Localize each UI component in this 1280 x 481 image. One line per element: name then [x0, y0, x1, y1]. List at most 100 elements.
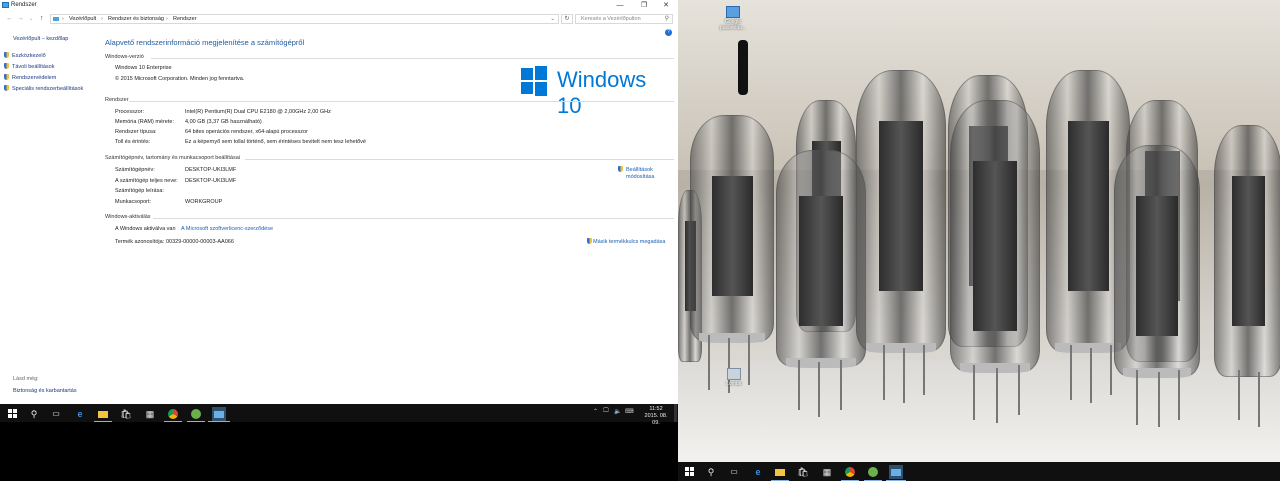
system-window-taskbar-icon[interactable]: [889, 465, 903, 479]
up-arrow-icon[interactable]: ↑: [40, 15, 44, 22]
license-terms-link[interactable]: A Microsoft szoftverlicenc-szerződése: [181, 226, 273, 232]
copyright-text: © 2015 Microsoft Corporation. Minden jog…: [115, 76, 245, 82]
search-icon[interactable]: ⚲: [27, 407, 41, 421]
store-icon[interactable]: 🛍: [119, 407, 133, 421]
change-settings-link[interactable]: Beállítások módosítása: [618, 166, 654, 181]
taskbar-left: ⚲ ▭ e 🛍 ▦ ⌃ 🖵 🔈 ⌨ 11:52 2015. 08. 09.: [0, 404, 678, 426]
show-desktop-button[interactable]: [674, 404, 677, 422]
sidebar-item-eszkozkezelo[interactable]: Eszközkezelő: [4, 52, 46, 59]
start-button[interactable]: [8, 409, 17, 418]
forward-arrow-icon[interactable]: →: [17, 15, 24, 22]
tube-pin: [923, 345, 925, 395]
product-id-label: Termék azonosítója:: [115, 239, 165, 245]
system-row-value: Intel(R) Pentium(R) Dual CPU E2180 @ 2,0…: [185, 109, 331, 115]
desktop-icon-shortcut[interactable]: Google pasarelaa...: [718, 6, 748, 31]
tube-pin: [818, 362, 820, 417]
task-view-icon[interactable]: ▭: [49, 407, 63, 421]
edge-icon[interactable]: e: [73, 407, 87, 421]
change-product-key-link[interactable]: Másik termékkulcs megadása: [587, 238, 665, 245]
vacuum-tube: [856, 70, 946, 353]
windows-flag-pane: [535, 66, 547, 80]
change-product-key-text: Másik termékkulcs megadása: [593, 239, 666, 245]
sidebar-item-tavoli-beallitasok[interactable]: Távoli beállítások: [4, 63, 55, 70]
network-icon[interactable]: 🖵: [603, 408, 609, 415]
file-explorer-icon[interactable]: [96, 407, 110, 421]
windows-flag-icon: [521, 68, 533, 80]
security-maintenance-link[interactable]: Biztonság és karbantartás: [13, 388, 77, 394]
system-window-icon: [2, 2, 9, 8]
store-icon[interactable]: 🛍: [796, 465, 810, 479]
keyboard-icon[interactable]: ⌨: [625, 408, 634, 415]
calculator-icon[interactable]: ▦: [820, 465, 834, 479]
windows-flag-pane: [535, 82, 547, 96]
system-row-label: Memória (RAM) mérete:: [115, 119, 174, 125]
address-input[interactable]: › Vezérlőpult › Rendszer és biztonság › …: [50, 14, 559, 24]
vacuum-tube: [776, 150, 866, 368]
computer-row-value: WORKGROUP: [185, 199, 223, 205]
shortcut-icon: [726, 6, 740, 18]
edition-name: Windows 10 Enterprise: [115, 65, 172, 71]
address-dropdown-icon[interactable]: ⌄: [550, 16, 555, 22]
left-screen: Rendszer — ❐ ✕ ← → ⌄ ↑ › Vezérlőpult › R…: [0, 0, 678, 481]
vacuum-tube: [1214, 125, 1280, 377]
system-window-taskbar-icon[interactable]: [212, 407, 226, 421]
tube-pin: [1018, 365, 1020, 415]
system-row-value: 4,00 GB (3,37 GB használható): [185, 119, 262, 125]
start-button[interactable]: [685, 467, 694, 476]
task-view-icon[interactable]: ▭: [727, 465, 741, 479]
breadcrumb-rendszer[interactable]: Rendszer: [173, 16, 197, 22]
help-icon[interactable]: ?: [665, 29, 672, 36]
change-settings-text-1: Beállítások: [626, 167, 653, 173]
system-row-label: Processzor:: [115, 109, 145, 115]
vacuum-tube: [1114, 145, 1200, 378]
section-header-edition: Windows-verzió: [105, 54, 144, 60]
breadcrumb-separator: ›: [101, 16, 103, 22]
volume-icon[interactable]: 🔈: [614, 408, 621, 415]
search-icon[interactable]: ⚲: [704, 465, 718, 479]
sidebar-item-rendszervedelem[interactable]: Rendszervédelem: [4, 74, 56, 81]
tube-pin: [883, 345, 885, 400]
tube-pin: [1136, 370, 1138, 425]
shield-icon: [4, 63, 9, 69]
sidebar-item-specialis[interactable]: Speciális rendszerbeállítások: [4, 85, 83, 92]
windows-flag-pane: [521, 82, 533, 94]
green-app-icon[interactable]: [189, 407, 203, 421]
breadcrumb-rendszer-es-biztonsag[interactable]: Rendszer és biztonság: [108, 16, 164, 22]
tube-pin: [903, 348, 905, 403]
tray-chevron-icon[interactable]: ⌃: [593, 408, 598, 415]
desktop-icon-recycle-bin[interactable]: Lomtár: [719, 368, 749, 387]
calculator-icon[interactable]: ▦: [143, 407, 157, 421]
recent-dropdown-icon[interactable]: ⌄: [29, 16, 33, 22]
tube-pin: [798, 360, 800, 410]
maximize-button[interactable]: ❐: [636, 1, 652, 10]
shield-icon: [4, 52, 9, 58]
clock[interactable]: 11:52 2015. 08. 09.: [640, 406, 672, 427]
sidebar-item-label: Rendszervédelem: [12, 75, 57, 81]
taskbar-right: ⚲ ▭ e 🛍 ▦: [678, 462, 1280, 481]
back-arrow-icon[interactable]: ←: [6, 15, 13, 22]
vacuum-tube: [690, 115, 774, 343]
chrome-icon[interactable]: [166, 407, 180, 421]
sidebar-home-link[interactable]: Vezérlőpult – kezdőlap: [13, 36, 68, 42]
close-button[interactable]: ✕: [658, 1, 674, 10]
computer-row-value: DESKTOP-UKI3LMF: [185, 167, 237, 173]
computer-row-label: Munkacsoport:: [115, 199, 152, 205]
green-app-icon[interactable]: [866, 465, 880, 479]
file-explorer-icon[interactable]: [773, 465, 787, 479]
breadcrumb-vezerlopult[interactable]: Vezérlőpult: [69, 16, 96, 22]
chrome-icon[interactable]: [843, 465, 857, 479]
sidebar: Vezérlőpult – kezdőlap Eszközkezelő Távo…: [0, 28, 100, 404]
active-indicator: [94, 421, 112, 422]
change-settings-text-2: módosítása: [626, 174, 655, 180]
section-divider: [245, 159, 674, 160]
tube-pin: [1258, 372, 1260, 427]
search-input[interactable]: Keresés a Vezérlőpulton ⚲: [575, 14, 673, 24]
refresh-button[interactable]: ↻: [561, 14, 573, 24]
system-row-value: 64 bites operációs rendszer, x64-alapú p…: [185, 129, 308, 135]
computer-row-label: Számítógép leírása:: [115, 188, 164, 194]
tube-pin: [840, 360, 842, 410]
shield-icon: [618, 166, 623, 172]
section-header-activation: Windows-aktiválás: [105, 214, 151, 220]
minimize-button[interactable]: —: [612, 1, 628, 10]
edge-icon[interactable]: e: [751, 465, 765, 479]
